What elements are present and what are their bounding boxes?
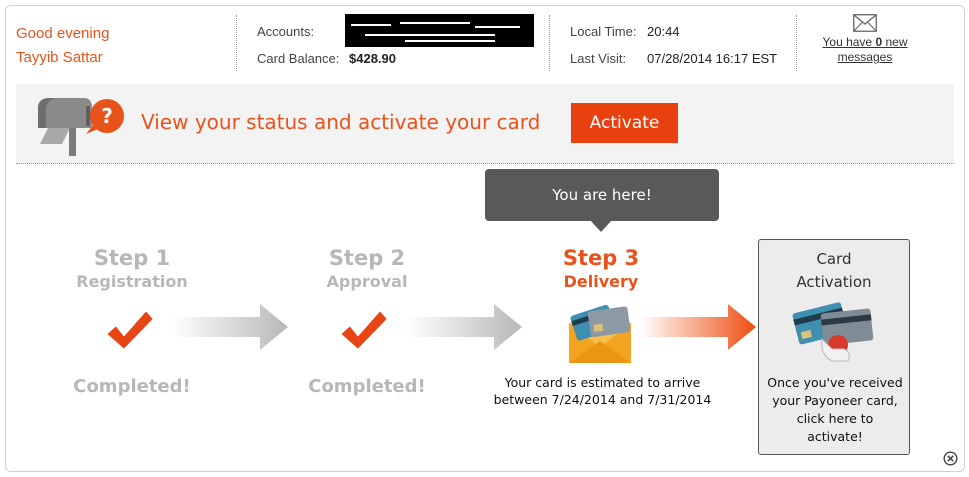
card-activation-title-line: Card [816, 250, 852, 268]
status-banner: ? View your status and activate your car… [16, 84, 954, 164]
card-activation-title: Card Activation [759, 248, 909, 294]
card-activation-desc-line: activate! [807, 429, 863, 444]
messages-prefix: You have [822, 35, 876, 49]
checkmark-icon [105, 309, 155, 351]
card-activation-desc-line: Once you've received [767, 375, 903, 390]
user-name: Tayyib Sattar [16, 49, 103, 66]
local-time-label: Local Time: [570, 24, 637, 39]
greeting-block: Good evening Tayyib Sattar [16, 22, 109, 70]
step-name: Registration [76, 272, 188, 291]
messages-word: messages [837, 50, 893, 64]
header-divider [796, 15, 797, 71]
arrow-right-icon [172, 304, 288, 350]
card-activation-desc-line: click here to [796, 411, 874, 426]
card-activation-title-line: Activation [796, 273, 872, 291]
mailbox-question-icon: ? [38, 98, 124, 156]
step-number: Step 3 [562, 246, 640, 270]
delivery-estimate-line: Your card is estimated to arrive [504, 375, 701, 390]
card-balance-value: $428.90 [349, 51, 396, 66]
step-1: Step 1 Registration [62, 245, 202, 293]
step-number: Step 2 [328, 246, 406, 270]
messages-block: You have 0 new messages [815, 14, 915, 65]
envelope-icon [853, 14, 877, 32]
svg-text:?: ? [101, 104, 113, 128]
step-name: Approval [326, 272, 408, 291]
you-are-here-tooltip: You are here! [485, 169, 719, 221]
last-visit-label: Last Visit: [570, 51, 627, 66]
delivery-estimate-line: between 7/24/2014 and 7/31/2014 [493, 392, 712, 407]
checkmark-icon [339, 309, 389, 351]
step-status: Completed! [308, 376, 426, 397]
card-activation-desc-line: your Payoneer card, [772, 393, 898, 408]
close-icon[interactable] [943, 451, 958, 466]
envelope-card-icon [569, 305, 631, 363]
tooltip-pointer [590, 220, 612, 232]
header-divider [549, 15, 550, 71]
delivery-estimate: Your card is estimated to arrive between… [480, 374, 725, 408]
step-3: Step 3 Delivery [531, 245, 671, 293]
local-time-value: 20:44 [647, 24, 680, 39]
card-activation-button[interactable]: Card Activation Once you've received you… [758, 239, 910, 455]
card-balance-label: Card Balance: [257, 51, 340, 66]
banner-title: View your status and activate your card [141, 110, 541, 134]
arrow-right-icon [640, 304, 756, 350]
step-status: Completed! [73, 376, 191, 397]
activate-button[interactable]: Activate [571, 103, 678, 143]
header-divider [236, 15, 237, 71]
redacted-account [345, 14, 534, 47]
card-activation-description: Once you've received your Payoneer card,… [763, 374, 907, 446]
payoneer-cards-icon [792, 302, 874, 362]
step-name: Delivery [563, 272, 639, 291]
accounts-label: Accounts: [257, 24, 315, 39]
last-visit-value: 07/28/2014 16:17 EST [647, 51, 778, 66]
arrow-right-icon [406, 304, 522, 350]
messages-suffix: new [882, 35, 908, 49]
messages-link[interactable]: You have 0 new messages [823, 35, 908, 65]
greeting-text: Good evening [16, 25, 110, 42]
step-2: Step 2 Approval [297, 245, 437, 293]
step-number: Step 1 [93, 246, 171, 270]
